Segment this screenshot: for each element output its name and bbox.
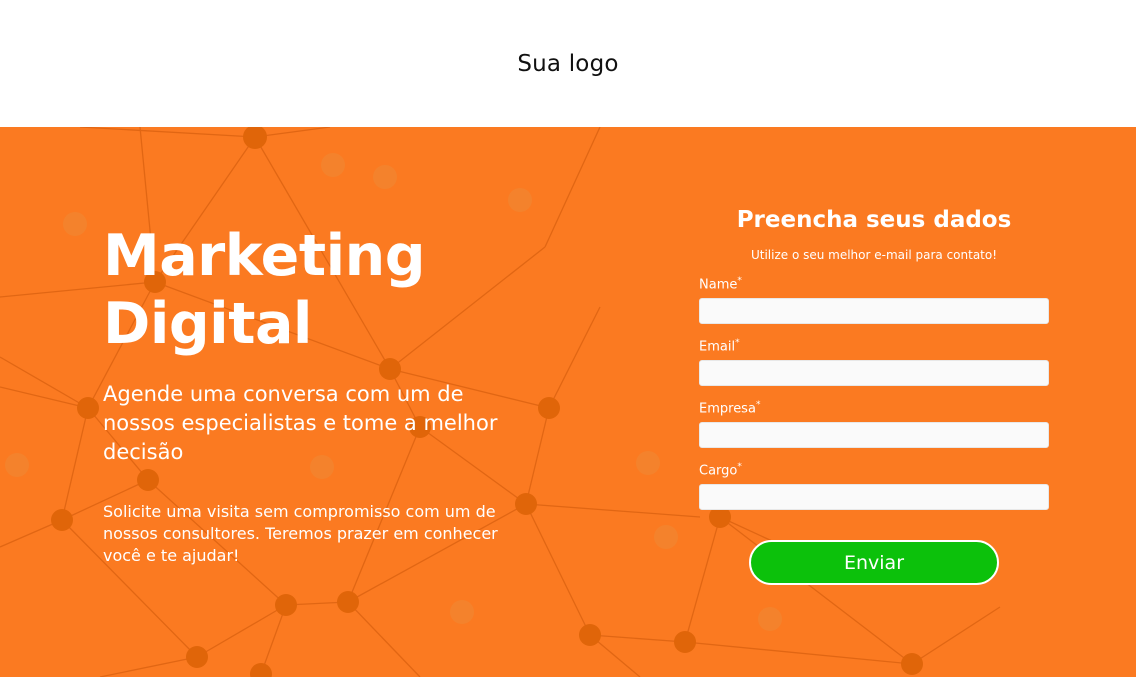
email-label: Email* <box>699 338 1049 356</box>
submit-button[interactable]: Enviar <box>749 540 999 585</box>
company-label-text: Empresa <box>699 401 756 417</box>
name-label-text: Name <box>699 277 738 293</box>
company-input[interactable] <box>699 422 1049 448</box>
name-input[interactable] <box>699 298 1049 324</box>
hero-subtitle: Agende uma conversa com um de nossos esp… <box>103 382 498 464</box>
required-mark: * <box>737 276 742 286</box>
email-input[interactable] <box>699 360 1049 386</box>
required-mark: * <box>737 462 742 472</box>
role-input[interactable] <box>699 484 1049 510</box>
hero-title-line-2: Digital <box>103 291 312 357</box>
form-title: Preencha seus dados <box>736 207 1012 233</box>
required-mark: * <box>755 400 761 410</box>
site-header: Sua logo <box>0 0 1136 127</box>
name-label: Name* <box>699 276 1049 294</box>
hero-section: Marketing Digital Agende uma conversa co… <box>0 127 1136 677</box>
hero-text: Marketing Digital Agende uma conversa co… <box>103 222 503 567</box>
form-note: Utilize o seu melhor e-mail para contato… <box>750 248 998 262</box>
hero-description: Solicite uma visita sem compromisso com … <box>103 502 498 565</box>
company-field-group: Empresa* <box>699 400 1049 448</box>
hero-title: Marketing Digital <box>103 222 503 358</box>
role-field-group: Cargo* <box>699 462 1049 510</box>
logo[interactable]: Sua logo <box>517 51 618 77</box>
email-label-text: Email <box>699 339 736 355</box>
company-label: Empresa* <box>699 400 1049 418</box>
hero-title-line-1: Marketing <box>103 223 426 289</box>
contact-form: Preencha seus dados Utilize o seu melhor… <box>699 207 1049 585</box>
role-label: Cargo* <box>699 462 1049 480</box>
required-mark: * <box>735 338 740 348</box>
role-label-text: Cargo <box>699 463 738 479</box>
name-field-group: Name* <box>699 276 1049 324</box>
email-field-group: Email* <box>699 338 1049 386</box>
